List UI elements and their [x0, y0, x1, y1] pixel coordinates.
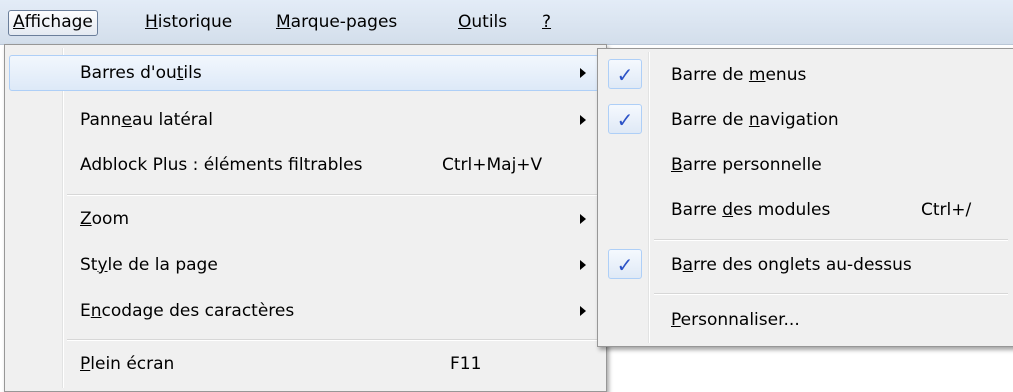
menu-item-encodage[interactable]: Encodage des caractères: [9, 293, 599, 329]
menu-item-label: Barre des modules: [671, 200, 831, 220]
menu-accel: ?: [542, 12, 552, 32]
submenu-arrow-icon: [580, 214, 586, 224]
menu-marque-pages[interactable]: Marque-pages: [276, 11, 397, 35]
menu-item-label: Barre des onglets au-dessus: [671, 255, 912, 275]
menu-item-label: Plein écran: [80, 354, 175, 374]
submenu-arrow-icon: [580, 68, 586, 78]
menu-outils[interactable]: Outils: [458, 11, 507, 35]
menu-label: utils: [471, 12, 508, 32]
menu-separator: [654, 239, 1008, 241]
submenu-arrow-icon: [580, 260, 586, 270]
menu-item-label: Barre de navigation: [671, 110, 839, 130]
menu-separator: [67, 339, 601, 341]
menu-label: ffichage: [24, 12, 93, 32]
menu-separator: [67, 194, 601, 196]
submenu-arrow-icon: [580, 115, 586, 125]
view-menu: Barres d'outils Panneau latéral Adblock …: [4, 44, 607, 392]
menu-item-shortcut: F11: [450, 354, 482, 374]
submenu-item-barre-modules[interactable]: Barre des modules Ctrl+/: [602, 192, 1012, 228]
menu-item-label: Panneau latéral: [80, 110, 213, 130]
menu-accel: H: [145, 12, 158, 32]
page-background: [600, 345, 1013, 392]
menu-affichage[interactable]: Affichage: [8, 10, 98, 36]
menu-accel: A: [13, 12, 25, 32]
menu-item-label: Style de la page: [80, 255, 218, 275]
menu-item-zoom[interactable]: Zoom: [9, 201, 599, 237]
menu-item-style-page[interactable]: Style de la page: [9, 247, 599, 283]
menu-bar: Affichage Historique Marque-pages Outils…: [0, 0, 1013, 45]
menu-item-label: Barres d'outils: [80, 63, 202, 83]
menu-item-adblock-plus[interactable]: Adblock Plus : éléments filtrables Ctrl+…: [9, 147, 599, 183]
menu-label: istorique: [157, 12, 233, 32]
menu-separator: [654, 293, 1008, 295]
menu-help[interactable]: ?: [542, 11, 551, 35]
menu-item-label: Encodage des caractères: [80, 301, 295, 321]
menu-item-panneau-lateral[interactable]: Panneau latéral: [9, 102, 599, 138]
checkmark-icon: ✓: [616, 253, 634, 277]
menu-item-plein-ecran[interactable]: Plein écran F11: [9, 346, 599, 382]
submenu-item-onglets-dessus[interactable]: ✓ Barre des onglets au-dessus: [602, 247, 1012, 283]
submenu-item-barre-personnelle[interactable]: Barre personnelle: [602, 147, 1012, 183]
menu-accel: M: [276, 12, 291, 32]
submenu-item-barre-menus[interactable]: ✓ Barre de menus: [602, 57, 1012, 93]
menu-item-label: Barre de menus: [671, 65, 807, 85]
menu-item-label: Personnaliser...: [671, 310, 800, 330]
menu-historique[interactable]: Historique: [145, 11, 232, 35]
checkmark-icon: ✓: [616, 108, 634, 132]
menu-item-label: Zoom: [80, 209, 130, 229]
menu-item-shortcut: Ctrl+Maj+V: [442, 155, 543, 175]
menu-item-shortcut: Ctrl+/: [921, 200, 972, 220]
menu-item-label: Barre personnelle: [671, 155, 822, 175]
menu-item-barres-outils[interactable]: Barres d'outils: [9, 55, 599, 91]
menu-item-label: Adblock Plus : éléments filtrables: [80, 155, 363, 175]
checkmark-icon: ✓: [616, 63, 634, 87]
submenu-item-barre-navigation[interactable]: ✓ Barre de navigation: [602, 102, 1012, 138]
menu-label: arque-pages: [290, 12, 398, 32]
menu-accel: O: [458, 12, 472, 32]
submenu-item-personnaliser[interactable]: Personnaliser...: [602, 302, 1012, 338]
toolbars-submenu: ✓ Barre de menus ✓ Barre de navigation B…: [597, 48, 1013, 347]
submenu-arrow-icon: [580, 306, 586, 316]
